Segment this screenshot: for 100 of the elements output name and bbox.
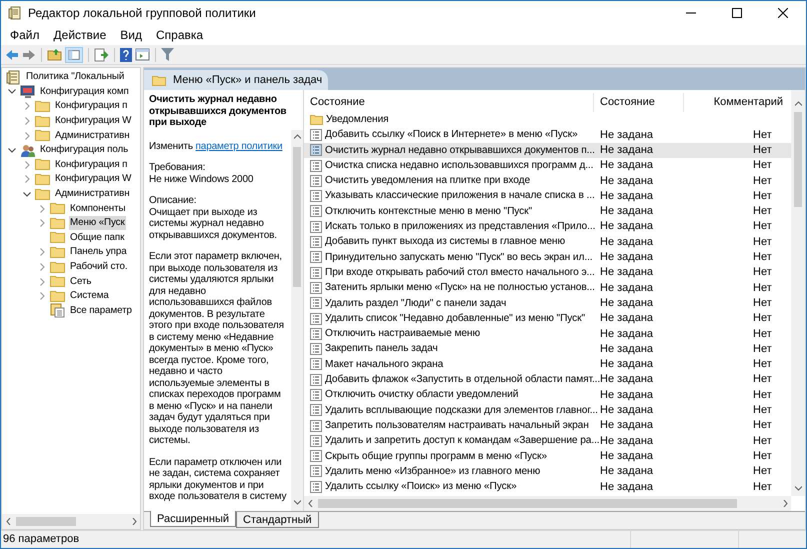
tree-item[interactable]: Сеть	[69, 274, 92, 289]
column-header[interactable]: Комментарий	[714, 94, 783, 111]
folder-icon	[50, 288, 65, 304]
policy-link[interactable]: параметр политики	[196, 140, 282, 152]
table-row[interactable]: Удалить ссылку «Поиск» из меню «Пуск» Не задана Нет	[304, 479, 791, 494]
vertical-scrollbar[interactable]	[791, 90, 805, 496]
table-row[interactable]: Удалить раздел "Люди" с панели задач Не задана Нет	[304, 296, 791, 311]
collapsed-chevron-icon[interactable]	[24, 132, 30, 140]
tree-item[interactable]: Политика "Локальный	[25, 70, 126, 84]
tree-item[interactable]: Конфигурация W	[54, 114, 132, 128]
table-row[interactable]: Очистить уведомления на плитке при входе Не задана Нет	[304, 173, 791, 188]
collapsed-chevron-icon[interactable]	[24, 160, 30, 169]
folder-icon	[310, 114, 323, 126]
vertical-scrollbar[interactable]	[291, 130, 303, 511]
table-row[interactable]: Удалить список "Недавно добавленные" из меню "Пуск" Не задана Нет	[304, 310, 791, 326]
comment-text: Нет	[752, 250, 773, 266]
tree-item[interactable]: Конфигурация W	[54, 172, 132, 186]
table-row[interactable]: Удалить и запретить доступ к командам «Завершение ра...Не задана Нет	[304, 433, 791, 449]
menu-item[interactable]: Вид	[113, 25, 149, 45]
table-row[interactable]: При входе открывать рабочий стол вместо начального э... Не задана Нет	[304, 264, 791, 280]
forward-arrow-icon[interactable]	[22, 48, 36, 60]
table-row[interactable]: Отключить контекстные меню в меню "Пуск" Не задана Нет	[304, 204, 791, 220]
scroll-down-icon[interactable]	[794, 486, 802, 491]
scroll-left-icon[interactable]	[6, 518, 10, 525]
menu-item[interactable]: Файл	[3, 25, 47, 45]
table-row[interactable]: Уведомления	[304, 112, 791, 128]
scrollbar-thumb[interactable]	[794, 112, 802, 207]
table-row[interactable]: Очистить журнал недавно открывавшихся документов п... Не задана Нет	[304, 142, 791, 158]
expanded-chevron-icon[interactable]	[8, 148, 16, 153]
tree-item[interactable]: Конфигурация поль	[39, 143, 130, 158]
expanded-chevron-icon[interactable]	[8, 89, 16, 94]
help-icon[interactable]	[120, 48, 132, 62]
tree-item[interactable]: Конфигурация п	[54, 158, 128, 172]
scroll-up-icon[interactable]	[794, 101, 802, 106]
tree-item[interactable]: Конфигурация комп	[39, 84, 130, 99]
table-row[interactable]: Макет начального экрана Не задана Нет	[304, 356, 791, 372]
tree-item[interactable]: Конфигурация п	[54, 99, 128, 114]
collapsed-chevron-icon[interactable]	[40, 248, 44, 256]
scroll-down-icon[interactable]	[294, 500, 300, 505]
table-row[interactable]: Отключить очистку области уведомлений Не задана Нет	[304, 387, 791, 403]
filter-icon[interactable]	[161, 48, 174, 61]
tree-item[interactable]: Компоненты	[69, 202, 126, 216]
table-row[interactable]: Затенить ярлыки меню «Пуск» на не полностью установ... Не задана Нет	[304, 280, 791, 296]
expanded-chevron-icon[interactable]	[23, 192, 31, 197]
collapsed-chevron-icon[interactable]	[24, 175, 30, 184]
scroll-up-icon[interactable]	[294, 134, 300, 139]
collapsed-chevron-icon[interactable]	[40, 219, 44, 228]
folder-up-icon[interactable]	[47, 48, 62, 61]
back-arrow-icon[interactable]	[5, 48, 19, 60]
collapsed-chevron-icon[interactable]	[24, 102, 30, 110]
scroll-right-icon[interactable]	[782, 500, 788, 507]
collapsed-chevron-icon[interactable]	[24, 117, 30, 126]
table-row[interactable]: Принудительно запускать меню "Пуск" во весь экран ил... Не задана Нет	[304, 250, 791, 265]
computer-icon	[20, 84, 35, 100]
table-row[interactable]: Удалить меню «Избранное» из главного меню Не задана Нет	[304, 464, 791, 480]
table-row[interactable]: Отключить настраиваемые меню Не задана Нет	[304, 326, 791, 342]
tree-pane-icon[interactable]	[65, 46, 83, 62]
tree-item[interactable]: Административн	[54, 128, 131, 143]
view-tab[interactable]: Расширенный	[150, 511, 236, 527]
collapsed-chevron-icon[interactable]	[40, 263, 44, 272]
tree-item[interactable]: Все параметр	[69, 304, 133, 318]
scroll-left-icon[interactable]	[308, 500, 312, 507]
tree-item[interactable]: Рабочий сто.	[69, 260, 129, 274]
scrollbar-thumb[interactable]	[16, 517, 76, 526]
column-header[interactable]: Состояние	[310, 94, 365, 111]
column-header[interactable]: Состояние	[594, 94, 655, 111]
table-row[interactable]: Удалить всплывающие подсказки для элементов главног... Не задана Нет	[304, 402, 791, 418]
table-row[interactable]: Искать только в приложениях из представления «Прило... Не задана Нет	[304, 219, 791, 234]
setting-icon	[310, 266, 322, 279]
menu-item[interactable]: Действие	[46, 25, 114, 45]
horizontal-scrollbar[interactable]	[304, 496, 791, 511]
tree-item[interactable]: Панель упра	[69, 245, 128, 260]
view-tab[interactable]: Стандартный	[236, 512, 319, 528]
scroll-right-icon[interactable]	[132, 518, 136, 525]
horizontal-scrollbar[interactable]	[2, 514, 140, 529]
collapsed-chevron-icon[interactable]	[40, 278, 44, 286]
tree-item[interactable]: Меню «Пуск	[69, 216, 126, 230]
setting-name: Искать только в приложениях из представления «Прило...	[325, 220, 596, 234]
table-row[interactable]: Запретить пользователям настраивать начальный экран Не задана Нет	[304, 418, 791, 434]
table-row[interactable]: Добавить флажок «Запустить в отдельной области памят...Не задана Нет	[304, 372, 791, 388]
tree-item[interactable]: Система	[69, 289, 110, 304]
setting-icon	[310, 343, 322, 356]
scrollbar-thumb[interactable]	[318, 499, 737, 508]
tree-item[interactable]: Общие папк	[69, 230, 126, 245]
setting-name: Очистить уведомления на плитке при входе	[325, 174, 530, 188]
export-list-icon[interactable]	[94, 48, 109, 62]
app-icon	[8, 6, 22, 20]
collapsed-chevron-icon[interactable]	[40, 292, 44, 300]
table-row[interactable]: Добавить пункт выхода из системы в главное меню Не задана Нет	[304, 234, 791, 250]
menu-item[interactable]: Справка	[149, 25, 210, 45]
table-row[interactable]: Скрыть общие группы программ в меню «Пуск» Не задана Нет	[304, 448, 791, 464]
table-row[interactable]: Добавить ссылку «Поиск в Интернете» в меню «Пуск» Не задана Нет	[304, 127, 791, 143]
table-row[interactable]: Закрепить панель задач Не задана Нет	[304, 341, 791, 357]
collapsed-chevron-icon[interactable]	[40, 204, 44, 213]
table-row[interactable]: Указывать классические приложения в начале списка в ... Не задана Нет	[304, 188, 791, 204]
setting-icon	[310, 434, 322, 447]
table-row[interactable]: Очистка списка недавно использовавшихся программ д... Не задана Нет	[304, 158, 791, 174]
tree-item[interactable]: Административн	[54, 187, 131, 202]
scrollbar-thumb[interactable]	[293, 147, 301, 287]
extended-view-icon[interactable]	[135, 48, 150, 61]
